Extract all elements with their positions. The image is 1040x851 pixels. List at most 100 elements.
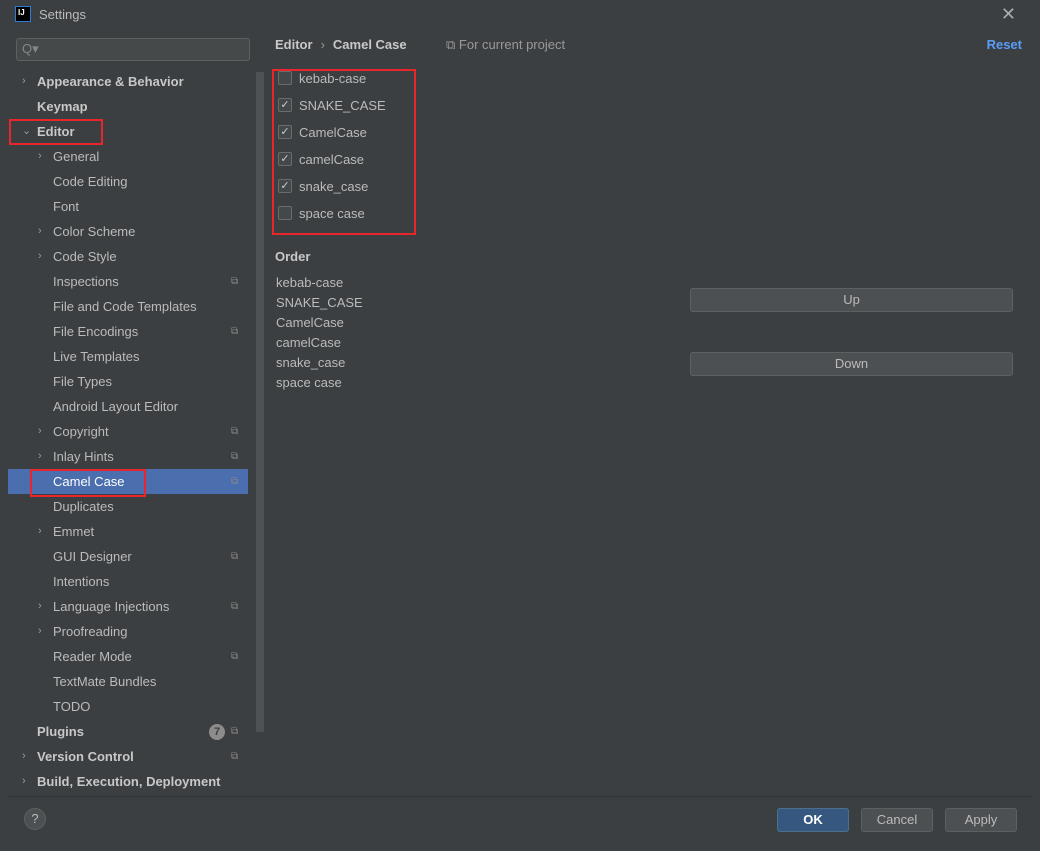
- reset-link[interactable]: Reset: [987, 37, 1022, 52]
- chevron-right-icon[interactable]: ›: [38, 619, 42, 644]
- breadcrumb: Editor › Camel Case: [275, 37, 407, 52]
- highlight-camel-case: [30, 469, 146, 497]
- main-panel: Editor › Camel Case ⧉ For current project …: [258, 28, 1032, 796]
- tree-item-inspections[interactable]: Inspections ⧉: [8, 269, 248, 294]
- tree-item-plugins[interactable]: Plugins 7 ⧉: [8, 719, 248, 744]
- tree-item-general[interactable]: › General: [8, 144, 248, 169]
- order-item[interactable]: CamelCase: [276, 315, 344, 330]
- chevron-right-icon[interactable]: ›: [22, 769, 26, 794]
- update-count-badge: 7: [209, 724, 225, 740]
- tree-item-label: Font: [53, 199, 80, 214]
- highlight-options: [272, 69, 416, 235]
- tree-item-copyright[interactable]: › Copyright ⧉: [8, 419, 248, 444]
- chevron-right-icon[interactable]: ›: [22, 744, 26, 769]
- tree-item-emmet[interactable]: › Emmet: [8, 519, 248, 544]
- order-item[interactable]: SNAKE_CASE: [276, 295, 363, 310]
- project-scope-icon: ⧉: [231, 276, 239, 287]
- tree-item-build-execution-deployment[interactable]: › Build, Execution, Deployment: [8, 769, 248, 794]
- tree-item-label: File and Code Templates: [53, 299, 197, 314]
- order-item[interactable]: snake_case: [276, 355, 345, 370]
- order-title: Order: [275, 249, 311, 264]
- breadcrumb-editor[interactable]: Editor: [275, 37, 313, 52]
- tree-item-label: Duplicates: [53, 499, 114, 514]
- search-input[interactable]: Q▾: [16, 38, 250, 61]
- help-button[interactable]: ?: [24, 808, 46, 830]
- tree-item-label: File Encodings: [53, 324, 139, 339]
- tree-item-proofreading[interactable]: › Proofreading: [8, 619, 248, 644]
- tree-item-label: Version Control: [37, 749, 134, 764]
- project-scope-icon: ⧉: [231, 451, 239, 462]
- tree-item-label: Proofreading: [53, 624, 128, 639]
- tree-item-textmate-bundles[interactable]: TextMate Bundles: [8, 669, 248, 694]
- chevron-right-icon[interactable]: ›: [38, 594, 42, 619]
- chevron-right-icon[interactable]: ›: [38, 519, 42, 544]
- tree-item-label: Code Editing: [53, 174, 128, 189]
- intellij-logo-icon: IJ: [15, 6, 31, 22]
- tree-item-inlay-hints[interactable]: › Inlay Hints ⧉: [8, 444, 248, 469]
- tree-item-label: Inspections: [53, 274, 119, 289]
- tree-item-label: Keymap: [37, 99, 88, 114]
- tree-item-code-style[interactable]: › Code Style: [8, 244, 248, 269]
- tree-item-code-editing[interactable]: Code Editing: [8, 169, 248, 194]
- tree-item-keymap[interactable]: Keymap: [8, 94, 248, 119]
- breadcrumb-separator: ›: [320, 37, 325, 52]
- tree-item-label: Language Injections: [53, 599, 170, 614]
- tree-item-label: TextMate Bundles: [53, 674, 157, 689]
- highlight-editor: [9, 119, 103, 145]
- tree-item-label: Appearance & Behavior: [37, 74, 184, 89]
- tree-item-language-injections[interactable]: › Language Injections ⧉: [8, 594, 248, 619]
- tree-item-duplicates[interactable]: Duplicates: [8, 494, 248, 519]
- tree-item-label: File Types: [53, 374, 113, 389]
- settings-tree: › Appearance & Behavior Keymap ⌄ Editor › Gene…: [8, 69, 248, 794]
- tree-item-android-layout-editor[interactable]: Android Layout Editor: [8, 394, 248, 419]
- tree-item-font[interactable]: Font: [8, 194, 248, 219]
- chevron-right-icon[interactable]: ›: [22, 69, 26, 94]
- tree-item-label: Build, Execution, Deployment: [37, 774, 221, 789]
- tree-item-appearance-behavior[interactable]: › Appearance & Behavior: [8, 69, 248, 94]
- tree-item-label: Inlay Hints: [53, 449, 114, 464]
- tree-item-label: Intentions: [53, 574, 110, 589]
- tree-item-label: TODO: [53, 699, 91, 714]
- tree-item-label: General: [53, 149, 100, 164]
- tree-item-label: Code Style: [53, 249, 117, 264]
- tree-item-version-control[interactable]: › Version Control ⧉: [8, 744, 248, 769]
- project-scope-icon: ⧉: [231, 476, 239, 487]
- order-item[interactable]: space case: [276, 375, 342, 390]
- chevron-right-icon[interactable]: ›: [38, 419, 42, 444]
- order-item[interactable]: camelCase: [276, 335, 341, 350]
- footer-divider: [8, 796, 1032, 797]
- tree-item-label: Emmet: [53, 524, 95, 539]
- tree-item-label: Reader Mode: [53, 649, 132, 664]
- tree-item-color-scheme[interactable]: › Color Scheme: [8, 219, 248, 244]
- tree-item-intentions[interactable]: Intentions: [8, 569, 248, 594]
- project-scope-icon: ⧉: [231, 751, 239, 762]
- tree-item-label: Live Templates: [53, 349, 140, 364]
- project-scope-icon: ⧉: [231, 426, 239, 437]
- tree-item-file-encodings[interactable]: File Encodings ⧉: [8, 319, 248, 344]
- close-icon[interactable]: ✕: [1001, 4, 1016, 25]
- tree-item-todo[interactable]: TODO: [8, 694, 248, 719]
- down-button[interactable]: Down: [690, 352, 1013, 376]
- tree-item-live-templates[interactable]: Live Templates: [8, 344, 248, 369]
- tree-item-file-and-code-templates[interactable]: File and Code Templates: [8, 294, 248, 319]
- tree-item-label: Plugins: [37, 724, 84, 739]
- search-icon: Q▾: [22, 41, 39, 56]
- apply-button[interactable]: Apply: [945, 808, 1017, 832]
- tree-item-gui-designer[interactable]: GUI Designer ⧉: [8, 544, 248, 569]
- chevron-right-icon[interactable]: ›: [38, 219, 42, 244]
- tree-item-label: GUI Designer: [53, 549, 132, 564]
- up-button[interactable]: Up: [690, 288, 1013, 312]
- ok-button[interactable]: OK: [777, 808, 849, 832]
- chevron-right-icon[interactable]: ›: [38, 444, 42, 469]
- chevron-right-icon[interactable]: ›: [38, 244, 42, 269]
- project-scope-icon: ⧉: [231, 551, 239, 562]
- settings-dialog: IJ Settings ✕ Q▾ › Appearance & Behavior K…: [0, 0, 1040, 851]
- title-bar: IJ Settings ✕: [0, 0, 1040, 28]
- chevron-right-icon[interactable]: ›: [38, 144, 42, 169]
- project-scope-icon: ⧉: [231, 651, 239, 662]
- tree-item-label: Android Layout Editor: [53, 399, 179, 414]
- tree-item-reader-mode[interactable]: Reader Mode ⧉: [8, 644, 248, 669]
- cancel-button[interactable]: Cancel: [861, 808, 933, 832]
- tree-item-file-types[interactable]: File Types: [8, 369, 248, 394]
- order-item[interactable]: kebab-case: [276, 275, 343, 290]
